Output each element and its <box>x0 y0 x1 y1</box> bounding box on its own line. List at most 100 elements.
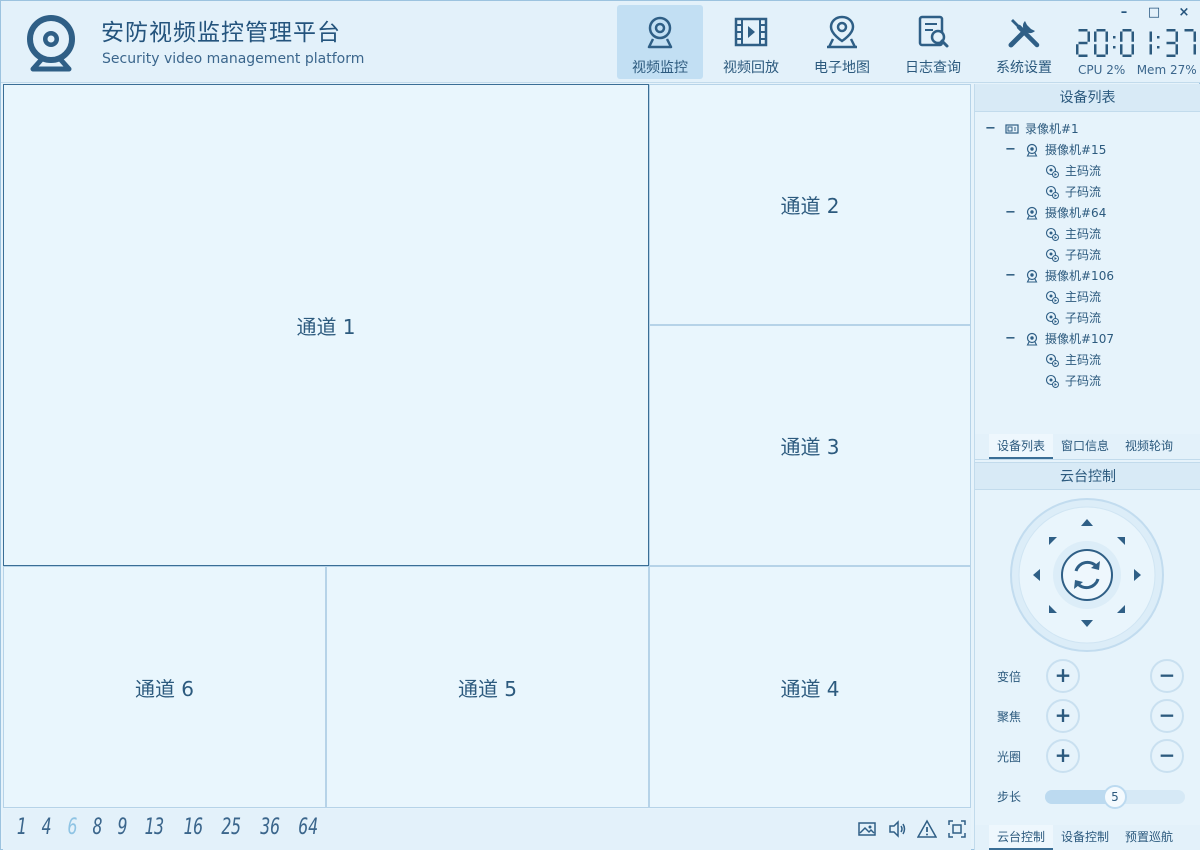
collapse-toggle[interactable]: − <box>1005 142 1016 157</box>
window-controls: – □ × <box>1117 5 1191 20</box>
recorder-icon <box>1005 123 1019 134</box>
iris-label: 光圈 <box>997 750 1022 764</box>
nav-label: 日志查询 <box>905 60 961 76</box>
tree-node-stream[interactable]: 子码流 <box>975 181 1200 202</box>
webcam-logo-icon <box>27 15 75 72</box>
iris-close-button[interactable]: − <box>1150 739 1184 773</box>
collapse-toggle[interactable]: − <box>1005 205 1016 220</box>
ptz-auto-rotate-button[interactable] <box>1061 549 1113 601</box>
maximize-button[interactable]: □ <box>1147 5 1161 20</box>
focus-label: 聚焦 <box>997 710 1022 724</box>
picture-icon[interactable] <box>857 819 877 839</box>
layout-option[interactable]: 36 <box>260 815 280 840</box>
minimize-button[interactable]: – <box>1117 5 1131 20</box>
device-panel-tabs: 设备列表 窗口信息 视频轮询 <box>975 434 1200 460</box>
log-search-icon <box>918 15 949 48</box>
layout-option[interactable]: 8 <box>92 815 102 840</box>
tree-node-stream[interactable]: 主码流 <box>975 349 1200 370</box>
clock-digit-4 <box>1166 29 1178 57</box>
collapse-toggle[interactable]: − <box>1005 268 1016 283</box>
tab-video-polling[interactable]: 视频轮询 <box>1117 434 1181 459</box>
cpu-usage: CPU 2% <box>1078 63 1126 77</box>
clock-digit-3 <box>1149 31 1152 55</box>
layout-option[interactable]: 6 <box>67 815 77 840</box>
tree-node-label: 主码流 <box>1065 164 1102 178</box>
layout-option[interactable]: 9 <box>118 815 128 840</box>
video-channel-3[interactable]: 通道 3 <box>649 325 971 566</box>
collapse-toggle[interactable]: − <box>1005 331 1016 346</box>
layout-option[interactable]: 4 <box>42 815 52 840</box>
tree-node-stream[interactable]: 子码流 <box>975 370 1200 391</box>
app-title: 安防视频监控管理平台 <box>101 20 341 46</box>
layout-option[interactable]: 1 <box>17 815 27 840</box>
focus-in-button[interactable]: + <box>1046 699 1080 733</box>
stream-icon <box>1045 290 1059 304</box>
step-slider-knob[interactable]: 5 <box>1103 785 1127 809</box>
focus-out-button[interactable]: − <box>1150 699 1184 733</box>
video-channel-4[interactable]: 通道 4 <box>649 566 971 808</box>
zoom-in-button[interactable]: + <box>1046 659 1080 693</box>
map-pin-icon <box>827 15 857 49</box>
nav-video-monitor[interactable]: 视频监控 <box>617 5 703 79</box>
tree-node-stream[interactable]: 子码流 <box>975 244 1200 265</box>
tree-node-stream[interactable]: 主码流 <box>975 223 1200 244</box>
clock-colon <box>1113 46 1116 49</box>
tree-node-label: 子码流 <box>1065 248 1102 262</box>
speaker-icon[interactable] <box>887 819 907 839</box>
tab-preset-cruise[interactable]: 预置巡航 <box>1117 825 1181 850</box>
video-channel-1[interactable]: 通道 1 <box>3 84 649 566</box>
nav-system-settings[interactable]: 系统设置 <box>981 5 1067 79</box>
layout-option[interactable]: 13 <box>145 815 165 840</box>
layout-option[interactable]: 64 <box>299 815 319 840</box>
main-nav: 视频监控 视频回放 电子地图 日志查询 系统设置 <box>617 5 1072 79</box>
close-button[interactable]: × <box>1177 5 1191 20</box>
tree-node-label: 主码流 <box>1065 353 1102 367</box>
nav-log-query[interactable]: 日志查询 <box>890 5 976 79</box>
nav-video-playback[interactable]: 视频回放 <box>708 5 794 79</box>
tools-icon <box>1008 19 1040 48</box>
layout-option[interactable]: 16 <box>183 815 203 840</box>
header: 安防视频监控管理平台 Security video management pla… <box>1 1 1200 83</box>
app-subtitle: Security video management platform <box>102 51 365 67</box>
tab-ptz-control[interactable]: 云台控制 <box>989 825 1053 850</box>
tree-node-recorder[interactable]: − 录像机#1 <box>975 118 1200 139</box>
tree-node-stream[interactable]: 主码流 <box>975 286 1200 307</box>
iris-open-button[interactable]: + <box>1046 739 1080 773</box>
right-panel: 设备列表 − 录像机#1− 摄像机#15 主码流 子码流 − 摄像机#64 主码流 子码流 − 摄像… <box>974 84 1200 850</box>
nav-label: 系统设置 <box>996 60 1052 76</box>
layout-option[interactable]: 25 <box>222 815 242 840</box>
alarm-icon[interactable] <box>917 819 937 839</box>
camera-icon <box>1026 143 1038 157</box>
ptz-direction-dial <box>1010 498 1164 652</box>
camera-icon <box>1026 332 1038 346</box>
tab-window-info[interactable]: 窗口信息 <box>1053 434 1117 459</box>
tree-node-camera[interactable]: − 摄像机#64 <box>975 202 1200 223</box>
fullscreen-icon[interactable] <box>947 819 967 839</box>
clock-digit-1 <box>1094 29 1108 57</box>
focus-control: 聚焦 + − <box>975 699 1200 733</box>
tree-node-camera[interactable]: − 摄像机#106 <box>975 265 1200 286</box>
video-channel-5[interactable]: 通道 5 <box>326 566 649 808</box>
tab-device-control[interactable]: 设备控制 <box>1053 825 1117 850</box>
tree-node-label: 录像机#1 <box>1025 122 1079 136</box>
stream-icon <box>1045 311 1059 325</box>
tab-device-list[interactable]: 设备列表 <box>989 434 1053 459</box>
video-channel-6[interactable]: 通道 6 <box>3 566 326 808</box>
tree-node-camera[interactable]: − 摄像机#15 <box>975 139 1200 160</box>
stream-icon <box>1045 374 1059 388</box>
clock-digit-0 <box>1076 29 1090 57</box>
tree-node-camera[interactable]: − 摄像机#107 <box>975 328 1200 349</box>
tree-node-label: 摄像机#15 <box>1045 143 1107 157</box>
tree-node-stream[interactable]: 子码流 <box>975 307 1200 328</box>
clock-digit-2 <box>1120 29 1134 57</box>
collapse-toggle[interactable]: − <box>985 121 996 136</box>
ptz-title: 云台控制 <box>975 462 1200 490</box>
zoom-out-button[interactable]: − <box>1150 659 1184 693</box>
tree-node-label: 子码流 <box>1065 185 1102 199</box>
device-tree: − 录像机#1− 摄像机#15 主码流 子码流 − 摄像机#64 主码流 子码流 − 摄像机#106… <box>975 112 1200 434</box>
device-list-title: 设备列表 <box>975 84 1200 112</box>
video-channel-2[interactable]: 通道 2 <box>649 84 971 325</box>
nav-e-map[interactable]: 电子地图 <box>799 5 885 79</box>
step-slider[interactable]: 5 <box>1045 785 1185 809</box>
tree-node-stream[interactable]: 主码流 <box>975 160 1200 181</box>
